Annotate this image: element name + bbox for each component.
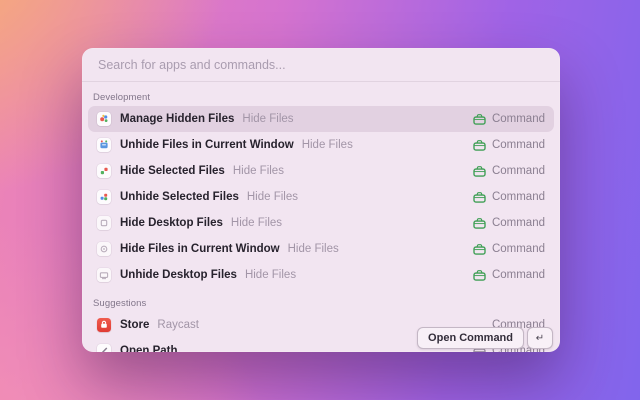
green-toolbox-icon <box>473 244 486 255</box>
item-title: Manage Hidden Files <box>120 113 234 125</box>
item-type-label: Command <box>492 139 545 151</box>
list-item-hide-desktop-files[interactable]: Hide Desktop Files Hide Files Command <box>88 210 554 236</box>
list-item-unhide-desktop-files[interactable]: Unhide Desktop Files Hide Files Command <box>88 262 554 288</box>
circle-outline-tile-icon <box>97 242 111 256</box>
item-subtitle: Raycast <box>157 319 199 331</box>
item-title: Open Path <box>120 345 178 352</box>
item-subtitle: Hide Files <box>288 243 339 255</box>
list-item-hide-selected-files[interactable]: Hide Selected Files Hide Files Command <box>88 158 554 184</box>
open-command-button[interactable]: Open Command <box>417 327 524 349</box>
square-outline-tile-icon <box>97 216 111 230</box>
green-toolbox-icon <box>473 114 486 125</box>
window-outline-tile-icon <box>97 268 111 282</box>
section-header-development: Development <box>93 90 549 103</box>
item-type-label: Command <box>492 217 545 229</box>
list-item-unhide-files-in-current-window[interactable]: Unhide Files in Current Window Hide File… <box>88 132 554 158</box>
raycast-launcher-window: Development Manage Hidden Files Hide Fil… <box>82 48 560 352</box>
results-list: Development Manage Hidden Files Hide Fil… <box>82 90 560 352</box>
item-type-label: Command <box>492 243 545 255</box>
pencil-tile-icon <box>97 344 111 352</box>
section-header-suggestions: Suggestions <box>93 296 549 309</box>
list-item-hide-files-in-current-window[interactable]: Hide Files in Current Window Hide Files … <box>88 236 554 262</box>
green-toolbox-icon <box>473 270 486 281</box>
open-command-hint: Open Command ↵ <box>417 327 553 349</box>
item-title: Unhide Files in Current Window <box>120 139 294 151</box>
item-subtitle: Hide Files <box>242 113 293 125</box>
item-title: Unhide Selected Files <box>120 191 239 203</box>
item-type-label: Command <box>492 113 545 125</box>
list-item-unhide-selected-files[interactable]: Unhide Selected Files Hide Files Command <box>88 184 554 210</box>
return-key-glyph: ↵ <box>536 333 544 344</box>
green-toolbox-icon <box>473 140 486 151</box>
store-tile-icon <box>97 318 111 332</box>
item-subtitle: Hide Files <box>231 217 282 229</box>
item-type-label: Command <box>492 191 545 203</box>
item-title: Hide Files in Current Window <box>120 243 280 255</box>
item-title: Unhide Desktop Files <box>120 269 237 281</box>
blue-window-tile-icon <box>97 138 111 152</box>
item-subtitle: Hide Files <box>302 139 353 151</box>
item-title: Hide Selected Files <box>120 165 225 177</box>
item-subtitle: Hide Files <box>245 269 296 281</box>
two-squares-tile-icon <box>97 164 111 178</box>
return-key-icon[interactable]: ↵ <box>527 327 553 349</box>
green-toolbox-icon <box>473 166 486 177</box>
item-type-label: Command <box>492 165 545 177</box>
search-input[interactable] <box>98 58 544 72</box>
item-title: Hide Desktop Files <box>120 217 223 229</box>
item-subtitle: Hide Files <box>233 165 284 177</box>
three-squares-tile-icon <box>97 190 111 204</box>
item-subtitle: Hide Files <box>247 191 298 203</box>
green-toolbox-icon <box>473 192 486 203</box>
search-bar <box>82 48 560 81</box>
green-toolbox-icon <box>473 218 486 229</box>
palette-tile-icon <box>97 112 111 126</box>
divider <box>82 81 560 82</box>
open-command-label: Open Command <box>418 332 523 344</box>
item-title: Store <box>120 319 149 331</box>
item-type-label: Command <box>492 269 545 281</box>
list-item-manage-hidden-files[interactable]: Manage Hidden Files Hide Files Command <box>88 106 554 132</box>
